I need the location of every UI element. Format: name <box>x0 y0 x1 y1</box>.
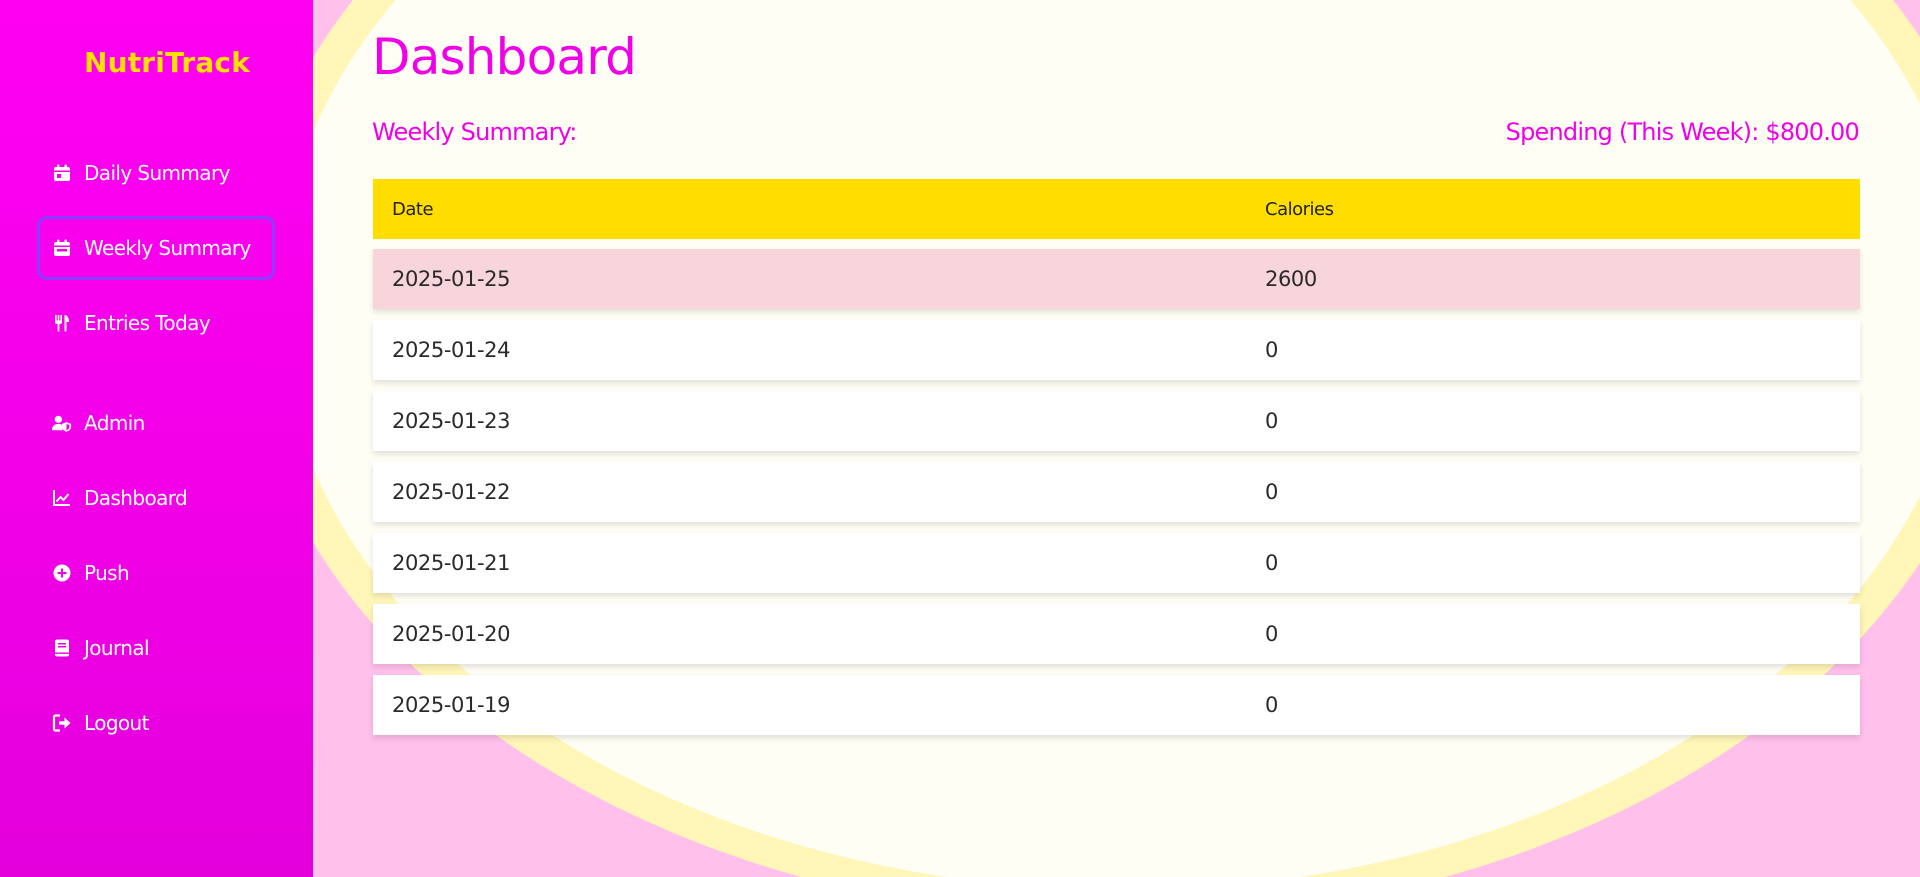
table-row: 2025-01-23 0 <box>373 391 1860 451</box>
sidebar-item-label: Weekly Summary <box>84 236 251 260</box>
sidebar-item-entries-today[interactable]: Entries Today <box>37 291 275 355</box>
table-row: 2025-01-19 0 <box>373 675 1860 735</box>
sidebar-item-label: Dashboard <box>84 486 188 510</box>
calendar-day-icon <box>52 163 72 183</box>
table-row: 2025-01-21 0 <box>373 533 1860 593</box>
utensils-icon <box>52 313 72 333</box>
column-header-date: Date <box>392 198 434 220</box>
sidebar-item-label: Journal <box>84 636 150 660</box>
sidebar-item-label: Logout <box>84 711 149 735</box>
sidebar-item-daily-summary[interactable]: Daily Summary <box>37 141 275 205</box>
cell-date: 2025-01-24 <box>392 338 511 362</box>
sidebar-item-dashboard[interactable]: Dashboard <box>37 466 275 530</box>
sidebar-item-admin[interactable]: Admin <box>37 391 275 455</box>
sidebar-item-weekly-summary[interactable]: Weekly Summary <box>37 216 275 280</box>
cell-date: 2025-01-22 <box>392 480 511 504</box>
cell-date: 2025-01-21 <box>392 551 511 575</box>
sign-out-icon <box>52 713 72 733</box>
cell-date: 2025-01-23 <box>392 409 511 433</box>
table-row: 2025-01-20 0 <box>373 604 1860 664</box>
weekly-summary-heading: Weekly Summary: <box>372 118 577 146</box>
user-shield-icon <box>52 413 72 433</box>
sidebar-item-push[interactable]: Push <box>37 541 275 605</box>
main-content: Dashboard Weekly Summary: Spending (This… <box>313 0 1920 877</box>
calendar-week-icon <box>52 238 72 258</box>
book-icon <box>52 638 72 658</box>
sidebar-item-label: Daily Summary <box>84 161 230 185</box>
sidebar-item-label: Push <box>84 561 130 585</box>
cell-date: 2025-01-25 <box>392 267 511 291</box>
brand-logo[interactable]: NutriTrack <box>0 46 334 79</box>
page-title: Dashboard <box>372 28 637 86</box>
table-header: Date Calories <box>373 179 1860 239</box>
cell-calories: 0 <box>1265 693 1278 717</box>
cell-date: 2025-01-20 <box>392 622 511 646</box>
cell-calories: 0 <box>1265 480 1278 504</box>
spending-total: Spending (This Week): $800.00 <box>1505 118 1860 146</box>
sidebar-item-logout[interactable]: Logout <box>37 691 275 755</box>
cell-calories: 0 <box>1265 409 1278 433</box>
table-row: 2025-01-25 2600 <box>373 249 1860 309</box>
table-row: 2025-01-24 0 <box>373 320 1860 380</box>
sidebar-item-journal[interactable]: Journal <box>37 616 275 680</box>
plus-circle-icon <box>52 563 72 583</box>
cell-calories: 2600 <box>1265 267 1317 291</box>
cell-date: 2025-01-19 <box>392 693 511 717</box>
weekly-summary-table: Date Calories 2025-01-25 2600 2025-01-24… <box>373 179 1860 746</box>
sidebar: NutriTrack Daily Summary Weekly Summary … <box>0 0 313 877</box>
table-body: 2025-01-25 2600 2025-01-24 0 2025-01-23 … <box>373 249 1860 735</box>
cell-calories: 0 <box>1265 551 1278 575</box>
column-header-calories: Calories <box>1265 198 1334 220</box>
cell-calories: 0 <box>1265 622 1278 646</box>
chart-line-icon <box>52 488 72 508</box>
cell-calories: 0 <box>1265 338 1278 362</box>
sidebar-item-label: Admin <box>84 411 145 435</box>
table-row: 2025-01-22 0 <box>373 462 1860 522</box>
sidebar-item-label: Entries Today <box>84 311 211 335</box>
